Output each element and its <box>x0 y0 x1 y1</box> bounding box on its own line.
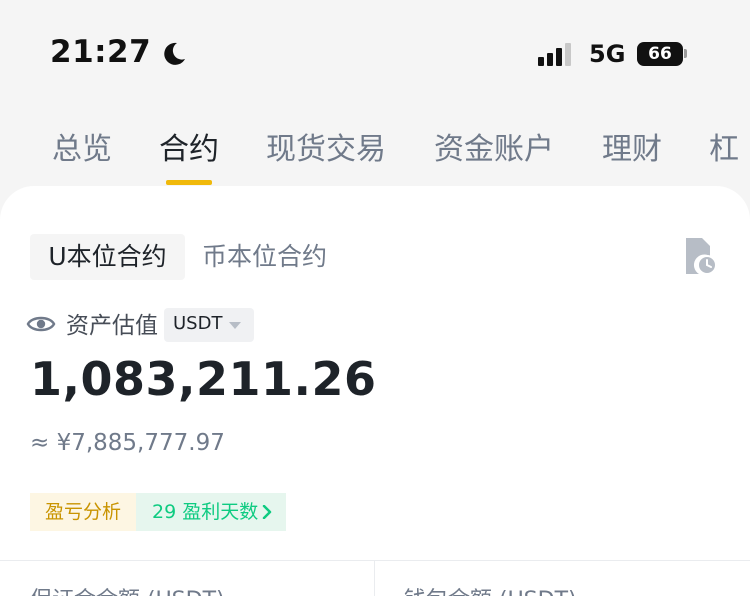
account-tabs: 总览 合约 现货交易 资金账户 理财 杠 <box>0 120 750 190</box>
history-icon[interactable] <box>682 236 718 276</box>
tab-funding[interactable]: 资金账户 <box>434 124 554 168</box>
signal-icon <box>538 43 571 66</box>
total-balance: 1,083,211.26 <box>30 352 377 406</box>
status-time: 21:27 <box>50 34 152 70</box>
section-divider <box>0 560 750 561</box>
battery-tip <box>684 49 687 58</box>
margin-balance-label: 保证金余额 (USDT) <box>30 582 225 596</box>
column-divider <box>374 561 375 596</box>
battery-icon: 66 <box>637 42 683 66</box>
chevron-right-icon <box>262 505 272 519</box>
usdm-futures-toggle[interactable]: U本位合约 <box>30 234 185 280</box>
wallet-balance-label: 钱包余额 (USDT) <box>404 582 577 596</box>
network-label: 5G <box>589 40 626 68</box>
moon-icon <box>164 42 185 65</box>
tab-futures[interactable]: 合约 <box>159 124 219 168</box>
contract-account-screen: 21:27 5G 66 总览 合约 现货交易 资金账户 理财 杠 U本位合约 币… <box>0 0 750 596</box>
profit-days-button[interactable]: 29 盈利天数 <box>136 493 286 531</box>
tab-spot[interactable]: 现货交易 <box>266 124 386 168</box>
balance-cny-equivalent: ≈ ¥7,885,777.97 <box>30 430 225 456</box>
tab-earn[interactable]: 理财 <box>602 124 662 168</box>
pnl-analysis-button[interactable]: 盈亏分析 <box>30 493 136 531</box>
currency-selector[interactable]: USDT <box>164 308 254 342</box>
currency-selector-value: USDT <box>173 313 223 334</box>
asset-valuation-label: 资产估值 <box>66 313 158 339</box>
eye-icon[interactable] <box>26 313 56 335</box>
tab-margin[interactable]: 杠 <box>709 124 739 168</box>
active-tab-indicator <box>166 180 212 185</box>
account-card: U本位合约 币本位合约 资产估值 USDT 1,083,211.26 ≈ ¥7,… <box>0 186 750 596</box>
profit-days-label: 29 盈利天数 <box>152 501 259 523</box>
caret-down-icon <box>229 322 241 329</box>
tab-overview[interactable]: 总览 <box>52 124 112 168</box>
coinm-futures-toggle[interactable]: 币本位合约 <box>202 234 327 280</box>
